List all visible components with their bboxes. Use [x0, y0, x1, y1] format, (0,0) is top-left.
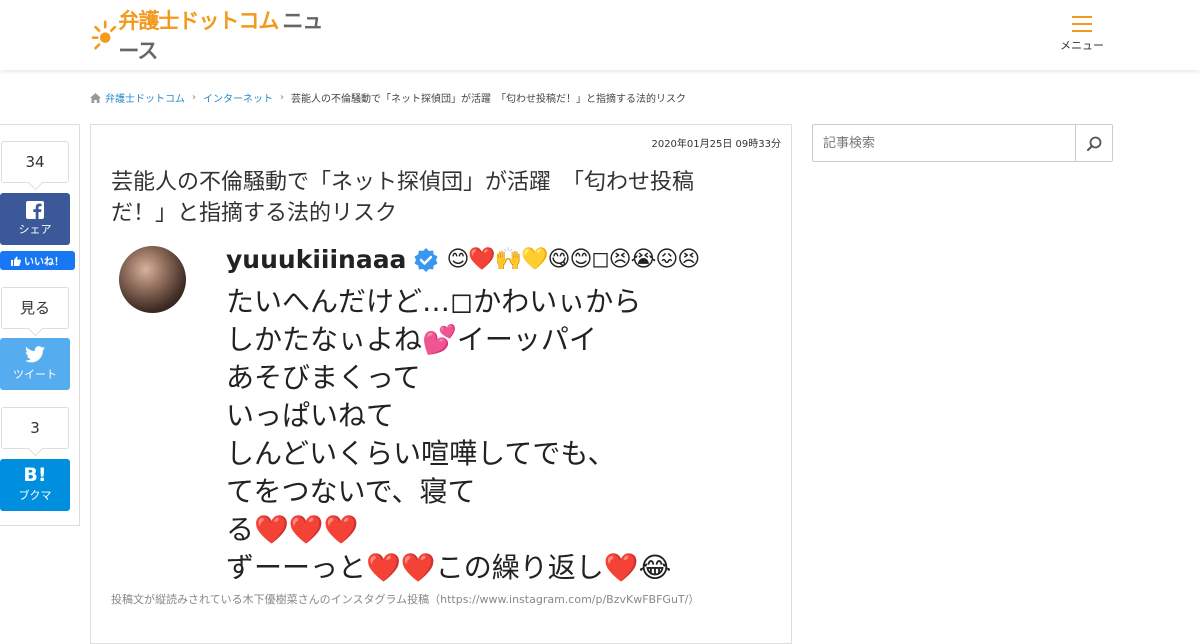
- article-search: [812, 124, 1113, 162]
- site-header: 弁護士ドットコム ニュース メニュー: [0, 0, 1200, 70]
- twitter-view-count[interactable]: 見る: [1, 287, 69, 329]
- avatar: [119, 246, 186, 313]
- article-date: 2020年01月25日 09時33分: [651, 139, 781, 150]
- hatena-bookmark-button[interactable]: B! ブクマ: [0, 459, 70, 511]
- breadcrumb: 弁護士ドットコム › インターネット › 芸能人の不倫騒動で「ネット探偵団」が活…: [90, 90, 686, 105]
- article-card: 2020年01月25日 09時33分 芸能人の不倫騒動で「ネット探偵団」が活躍 …: [90, 124, 792, 644]
- post-line: あそびまくって: [226, 361, 421, 394]
- logo-text: 弁護士ドットコム ニュース: [118, 5, 332, 65]
- menu-button[interactable]: メニュー: [1055, 16, 1109, 58]
- breadcrumb-home-link[interactable]: 弁護士ドットコム: [105, 90, 185, 105]
- sun-logo-icon: [92, 20, 117, 50]
- breadcrumb-current: 芸能人の不倫騒動で「ネット探偵団」が活躍 「匂わせ投稿だ！」と指摘する法的リスク: [291, 94, 686, 105]
- post-line: しかたなぃよね💕イーッパイ: [226, 323, 597, 356]
- post-line: いっぱいねて: [226, 399, 395, 432]
- post-line: てをつないで、寝て: [226, 475, 476, 508]
- instagram-post-image: yuuukiiinaaa 😊❤️🙌💛😋😊◻😣😭😖😣 たいへんだけど…◻かわいぃか…: [111, 243, 771, 588]
- share-rail: 34 シェア いいね！ 見る ツイート 3 B! ブクマ: [0, 124, 80, 526]
- logo-main: 弁護士ドットコム: [118, 9, 279, 33]
- like-label: いいね！: [24, 257, 64, 268]
- facebook-icon: [26, 201, 44, 219]
- post-line: しんどいくらい喧嘩してでも、: [226, 437, 616, 470]
- hatena-bookmark-label: ブクマ: [18, 489, 52, 502]
- post-line: る❤️❤️❤️: [226, 513, 359, 546]
- hatena-bookmark-count: 3: [1, 407, 69, 449]
- twitter-tweet-label: ツイート: [13, 368, 57, 381]
- menu-label: メニュー: [1060, 39, 1104, 52]
- post-username: yuuukiiinaaa: [226, 245, 407, 274]
- facebook-share-label: シェア: [18, 223, 52, 236]
- image-caption: 投稿文が縦読みされている木下優樹菜さんのインスタグラム投稿（https://ww…: [111, 593, 700, 606]
- post-line: たいへんだけど…◻かわいぃから: [226, 285, 642, 318]
- search-input[interactable]: [813, 125, 1075, 161]
- breadcrumb-internet-link[interactable]: インターネット: [203, 90, 273, 105]
- search-button[interactable]: [1075, 125, 1112, 161]
- facebook-share-count: 34: [1, 141, 69, 183]
- chevron-right-icon: ›: [192, 92, 196, 103]
- chevron-right-icon: ›: [280, 92, 284, 103]
- twitter-bird-icon: [25, 346, 45, 363]
- facebook-share-button[interactable]: シェア: [0, 193, 70, 245]
- like-button[interactable]: いいね！: [0, 251, 75, 270]
- post-username-row: yuuukiiinaaa 😊❤️🙌💛😋😊◻😣😭😖😣: [226, 245, 700, 274]
- verified-badge-icon: [414, 247, 438, 272]
- hamburger-icon: [1072, 16, 1092, 32]
- home-icon: [90, 92, 101, 103]
- post-emojis: 😊❤️🙌💛😋😊◻😣😭😖😣: [446, 247, 700, 272]
- post-line: ずーーっと❤️❤️この繰り返し❤️😂: [226, 551, 672, 584]
- hatena-b-icon: B!: [23, 464, 47, 486]
- thumbs-up-icon: [11, 256, 21, 266]
- post-text: たいへんだけど…◻かわいぃから しかたなぃよね💕イーッパイ あそびまくって いっ…: [226, 283, 766, 587]
- site-logo[interactable]: 弁護士ドットコム ニュース: [92, 9, 332, 63]
- article-title: 芸能人の不倫騒動で「ネット探偵団」が活躍 「匂わせ投稿だ！」と指摘する法的リスク: [111, 170, 695, 226]
- search-icon: [1086, 136, 1101, 151]
- twitter-tweet-button[interactable]: ツイート: [0, 338, 70, 390]
